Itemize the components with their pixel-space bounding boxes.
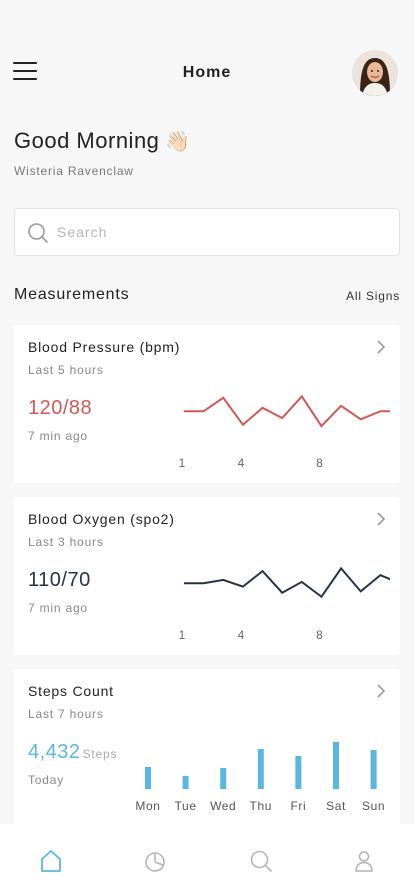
avatar-image [352,50,398,96]
x-tick-label: Sat [326,799,346,813]
steps-bar [295,756,302,789]
steps-unit: Steps [82,747,118,761]
waving-hand-icon: 👋🏻 [165,129,191,153]
measurements-title: Measurements [14,286,130,303]
line-series [184,394,390,428]
card-timestamp: 7 min ago [28,601,88,615]
search-input[interactable] [57,219,387,245]
x-tick-label: 1 [179,456,186,470]
x-tick-label: Tue [175,799,197,813]
blood-pressure-chart: 14812 [179,394,390,470]
x-tick-label: Sun [362,799,385,813]
chevron-right-icon[interactable] [374,511,388,527]
x-tick-label: 1 [179,628,186,642]
steps-bar [370,750,377,789]
card-title: Blood Pressure (bpm) [28,339,181,355]
card-subtitle: Last 3 hours [28,535,104,549]
x-tick-label: Mon [135,799,160,813]
steps-count-card[interactable]: Steps Count Last 7 hours 4,432 Steps Toda… [14,669,400,827]
pie-chart-icon[interactable] [142,848,168,874]
x-tick-label: 8 [316,628,323,642]
x-tick-label: 8 [316,456,323,470]
steps-number: 4,432 [28,741,81,763]
card-title: Steps Count [28,683,114,699]
search-icon [28,223,48,243]
card-subtitle: Last 5 hours [28,363,104,377]
blood-pressure-card[interactable]: Blood Pressure (bpm) Last 5 hours 120/88… [14,325,400,483]
search-tab-icon[interactable] [248,848,274,874]
card-subtitle: Last 7 hours [28,707,104,721]
bottom-tab-bar [0,824,414,896]
chevron-right-icon[interactable] [374,683,388,699]
blood-pressure-value: 120/88 [28,397,93,419]
x-tick-label: 4 [238,628,245,642]
all-signs-link[interactable]: All Signs [346,289,400,303]
chevron-right-icon[interactable] [374,339,388,355]
blood-oxygen-value: 110/70 [28,569,91,591]
avatar[interactable] [352,50,398,96]
steps-bar [182,776,189,789]
profile-icon[interactable] [351,848,377,874]
card-timestamp: 7 min ago [28,429,88,443]
steps-bar [257,749,264,789]
steps-bar [220,768,227,789]
steps-bar [333,742,339,789]
card-timestamp: Today [28,773,65,787]
x-tick-label: Thu [250,799,272,813]
greeting-text: Good Morning [14,128,160,153]
x-tick-label: Wed [210,799,236,813]
line-series [184,566,390,599]
app-header: Home [0,44,414,100]
x-tick-label: 4 [238,456,245,470]
x-tick-label: Fri [291,799,307,813]
home-icon[interactable] [38,848,64,874]
steps-bar-chart: Mon Tue Wed Thu Fri Sat Sun [135,742,385,813]
steps-bar [145,767,151,789]
user-name: Wisteria Ravenclaw [14,164,134,178]
greeting: Good Morning 👋🏻 [14,128,191,154]
search-bar[interactable] [14,208,400,256]
blood-oxygen-card[interactable]: Blood Oxygen (spo2) Last 3 hours 110/70 … [14,497,400,655]
blood-oxygen-chart: 14812 [179,566,390,642]
card-title: Blood Oxygen (spo2) [28,511,175,527]
steps-value: 4,432 Steps [28,741,117,764]
